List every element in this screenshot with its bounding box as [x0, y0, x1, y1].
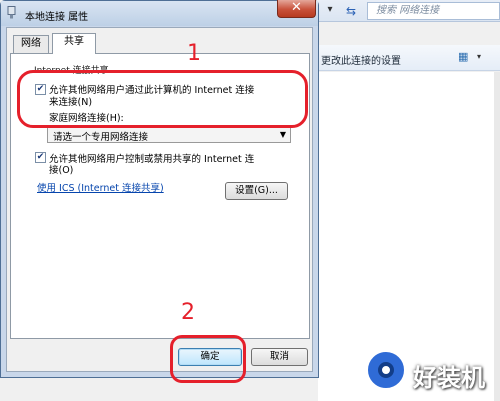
chevron-down-icon[interactable]: ▾	[323, 3, 337, 17]
connections-list-area	[318, 72, 500, 401]
dialog-title: 本地连接 属性	[25, 12, 89, 23]
allow-control-label[interactable]: 允许其他网络用户控制或禁用共享的 Internet 连	[49, 151, 254, 165]
home-network-select-value[interactable]: 请选一个专用网络连接	[53, 129, 148, 143]
watermark-text: 好装机	[413, 364, 485, 392]
annotation-number-2: 2	[181, 300, 195, 325]
scrollbar[interactable]	[494, 72, 500, 401]
close-button[interactable]: ✕	[277, 0, 316, 18]
change-connection-settings-button[interactable]: 更改此连接的设置	[321, 52, 401, 67]
allow-control-label-line2[interactable]: 接(O)	[49, 162, 73, 176]
annotation-number-1: 1	[187, 41, 201, 66]
tab-network[interactable]: 网络	[13, 35, 49, 53]
refresh-icon[interactable]: ⇆	[343, 3, 359, 19]
cancel-button[interactable]: 取消	[251, 348, 308, 366]
view-options-dropdown-icon[interactable]: ▾	[477, 51, 487, 63]
allow-control-checkbox[interactable]: ✔	[35, 152, 46, 163]
annotation-ring-1	[17, 70, 308, 128]
ics-help-link[interactable]: 使用 ICS (Internet 连接共享)	[37, 180, 164, 194]
chevron-down-icon[interactable]: ▼	[278, 129, 288, 141]
search-input[interactable]: 搜索 网络连接	[367, 2, 500, 20]
network-adapter-icon	[7, 6, 16, 19]
tab-sharing[interactable]: 共享	[52, 33, 96, 54]
view-options-icon[interactable]: ▦	[458, 51, 474, 63]
watermark-logo-inner	[378, 362, 394, 378]
annotation-ring-2	[170, 335, 246, 383]
settings-button[interactable]: 设置(G)...	[225, 182, 288, 200]
